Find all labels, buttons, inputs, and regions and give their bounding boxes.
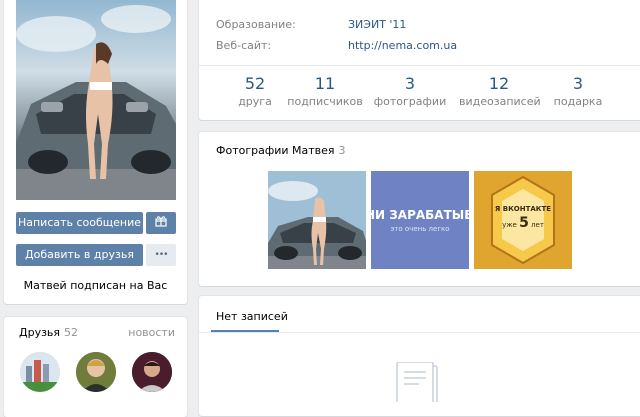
badge-years: 5 (519, 215, 529, 231)
photos-card: Фотографии Матвея 3 НИ ЗАРАБАТЫВ это очен… (199, 132, 640, 286)
divider (199, 65, 640, 66)
education-label: Образование: (216, 18, 296, 31)
website-row: Веб-сайт: http://nema.com.ua (216, 39, 457, 52)
badge-line1: Я ВКОНТАКТЕ (494, 205, 552, 213)
friend-photo (132, 352, 172, 392)
counter-followers[interactable]: 11 подписчиков (285, 74, 365, 108)
counter-label: видеозаписей (459, 95, 541, 108)
subscribed-status: Матвей подписан на Вас (23, 279, 168, 292)
add-friend-button[interactable]: Добавить в друзья (16, 244, 143, 266)
friend-photo (76, 352, 116, 392)
gift-button[interactable] (146, 212, 176, 234)
counter-number: 11 (314, 74, 336, 93)
photos-count: 3 (338, 144, 346, 157)
avatar-photo (16, 5, 176, 200)
friend-avatar[interactable] (20, 352, 60, 392)
friend-avatar[interactable] (76, 352, 116, 392)
counter-label: фотографии (373, 95, 447, 108)
website-link[interactable]: http://nema.com.ua (348, 39, 457, 52)
photos-header[interactable]: Фотографии Матвея 3 (216, 144, 346, 157)
friends-news-link[interactable]: новости (128, 326, 175, 339)
friends-title: Друзья (19, 326, 61, 339)
friends-header[interactable]: Друзья 52 (19, 326, 78, 339)
photos-title: Фотографии Матвея (216, 144, 335, 157)
profile-card: Написать сообщение Добавить в друзья •••… (4, 0, 187, 304)
photo-caption: НИ ЗАРАБАТЫВ (371, 208, 469, 222)
friends-card: Друзья 52 новости (4, 317, 187, 417)
education-row: Образование: ЗИЭИТ '11 (216, 18, 406, 31)
empty-wall-icon (396, 362, 438, 402)
send-message-button[interactable]: Написать сообщение (16, 212, 143, 234)
divider (199, 332, 640, 333)
badge-line2: уже 5 лет (474, 215, 572, 231)
badge-prefix: уже (502, 221, 517, 229)
counter-videos[interactable]: 12 видеозаписей (459, 74, 541, 108)
friend-avatar[interactable] (132, 352, 172, 392)
photo-thumb[interactable]: НИ ЗАРАБАТЫВ это очень легко (371, 171, 469, 269)
education-value[interactable]: ЗИЭИТ '11 (348, 18, 406, 31)
website-label: Веб-сайт: (216, 39, 272, 52)
badge-suffix: лет (531, 221, 544, 229)
counter-label: подарка (553, 95, 603, 108)
counter-number: 12 (488, 74, 510, 93)
photo-subcaption: это очень легко (390, 225, 450, 233)
counter-friends[interactable]: 52 друга (215, 74, 295, 108)
profile-avatar[interactable] (16, 0, 176, 200)
counter-number: 3 (572, 74, 584, 93)
photo-thumb[interactable] (268, 171, 366, 269)
photo-image (268, 171, 366, 269)
counter-number: 52 (244, 74, 266, 93)
friend-photo (20, 352, 60, 392)
profile-info-card: Образование: ЗИЭИТ '11 Веб-сайт: http://ne… (199, 0, 640, 120)
counter-label: друга (238, 95, 272, 108)
counter-number: 3 (404, 74, 416, 93)
counter-label: подписчиков (287, 95, 363, 108)
tab-no-posts[interactable]: Нет записей (216, 310, 288, 323)
counter-photos[interactable]: 3 фотографии (370, 74, 450, 108)
gift-icon (155, 216, 167, 227)
more-actions-button[interactable]: ••• (146, 244, 176, 266)
friends-count: 52 (64, 326, 79, 339)
counter-gifts[interactable]: 3 подарка (538, 74, 618, 108)
tab-underline (211, 330, 279, 332)
photo-thumb[interactable]: Я ВКОНТАКТЕ уже 5 лет (474, 171, 572, 269)
wall-card: Нет записей (199, 296, 640, 416)
